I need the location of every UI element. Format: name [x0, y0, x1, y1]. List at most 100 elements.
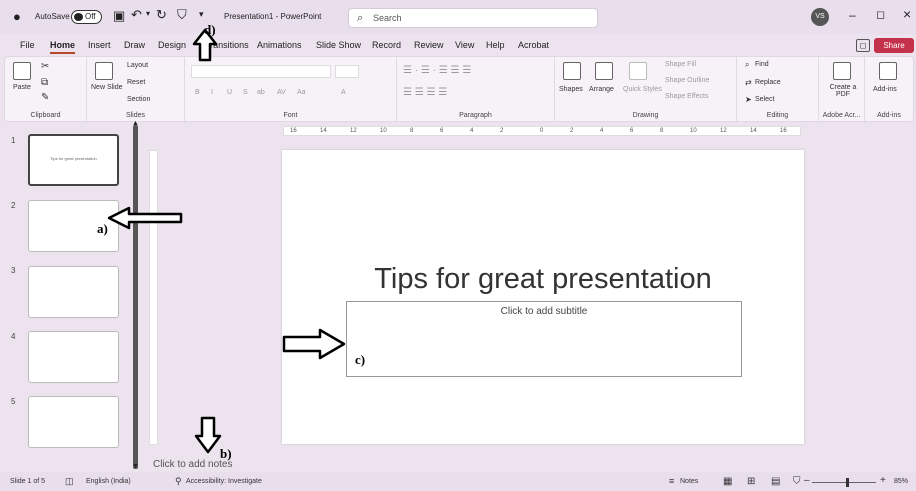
restore-button[interactable]: ◻ [876, 8, 885, 21]
shape-effects-button[interactable]: Shape Effects [665, 93, 708, 100]
section-button[interactable]: Section [127, 96, 150, 103]
shapes-button[interactable]: Shapes [559, 86, 583, 93]
avatar[interactable]: VS [811, 8, 829, 26]
slide-sorter-icon[interactable]: ⊞ [747, 476, 755, 487]
thumbnail-number: 4 [11, 332, 16, 341]
align-icon[interactable]: ☰ ☰ ☰ ☰ [403, 87, 447, 98]
slide-title[interactable]: Tips for great presentation [282, 263, 804, 296]
toggle-knob [74, 13, 83, 21]
accessibility-status[interactable]: Accessibility: Investigate [186, 478, 262, 485]
thumbnail-number: 3 [11, 266, 16, 275]
search-box[interactable]: ⌕ Search [348, 8, 598, 28]
zoom-level[interactable]: 85% [894, 478, 908, 485]
comments-icon[interactable]: ◻ [856, 39, 870, 52]
status-bar: Slide 1 of 5 ◫ English (India) ⚲ Accessi… [0, 472, 916, 491]
scroll-down-icon[interactable]: ▼ [132, 463, 139, 470]
spellcheck-icon[interactable]: ◫ [65, 476, 74, 487]
copy-icon[interactable]: ⧉ [41, 77, 48, 88]
paste-icon[interactable] [13, 62, 31, 80]
present-icon[interactable]: ⛉ [177, 7, 187, 23]
tab-draw[interactable]: Draw [124, 40, 145, 50]
font-size-box[interactable] [335, 65, 359, 78]
new-slide-button[interactable]: New Slide [91, 84, 123, 91]
customize-toolbar-icon[interactable]: ▾ [199, 9, 204, 20]
ruler-tick: 6 [440, 128, 444, 134]
create-pdf-icon[interactable] [833, 62, 851, 80]
normal-view-icon[interactable]: ▦ [723, 476, 732, 487]
font-family-box[interactable] [191, 65, 331, 78]
quick-styles-button[interactable]: Quick Styles [623, 86, 662, 93]
subtitle-placeholder[interactable]: Click to add subtitle [346, 301, 742, 377]
tab-record[interactable]: Record [372, 40, 401, 50]
font-bold-button[interactable]: B [195, 89, 200, 96]
slide-thumbnail-3[interactable] [28, 266, 119, 318]
subtitle-placeholder-text: Click to add subtitle [500, 306, 588, 317]
tab-design[interactable]: Design [158, 40, 186, 50]
redo-icon[interactable]: ↻ [156, 7, 167, 23]
tab-insert[interactable]: Insert [88, 40, 111, 50]
slide-thumbnail-4[interactable] [28, 331, 119, 383]
zoom-slider-track[interactable] [812, 482, 876, 483]
format-painter-icon[interactable]: ✎ [41, 92, 49, 103]
share-button[interactable]: Share [874, 38, 914, 53]
paste-button[interactable]: Paste [13, 84, 31, 91]
bullets-icon[interactable]: ☰ · ☰ · ☰ ☰ ☰ [403, 65, 471, 76]
tab-view[interactable]: View [455, 40, 474, 50]
slide-thumbnail-1[interactable]: Tips for great presentation [28, 134, 119, 186]
arrange-icon[interactable] [595, 62, 613, 80]
zoom-slider-handle[interactable] [846, 478, 849, 487]
tab-animations[interactable]: Animations [257, 40, 302, 50]
font-case-button[interactable]: Aa [297, 89, 306, 96]
shape-outline-button[interactable]: Shape Outline [665, 77, 709, 84]
tab-acrobat[interactable]: Acrobat [518, 40, 549, 50]
chevron-down-icon[interactable]: ▾ [146, 9, 150, 18]
slide-thumbnail-5[interactable] [28, 396, 119, 448]
new-slide-icon[interactable] [95, 62, 113, 80]
tab-file[interactable]: File [20, 40, 35, 50]
font-color-button[interactable]: A [341, 89, 346, 96]
slide-canvas[interactable]: Tips for great presentation Click to add… [282, 150, 804, 444]
search-input[interactable]: Search [373, 13, 402, 23]
zoom-out-button[interactable]: – [804, 475, 810, 486]
create-pdf-button[interactable]: Create a PDF [825, 84, 861, 98]
ruler-tick: 4 [470, 128, 474, 134]
arrange-button[interactable]: Arrange [589, 86, 614, 93]
replace-button[interactable]: Replace [755, 79, 781, 86]
notes-button[interactable]: Notes [680, 478, 698, 485]
font-italic-button[interactable]: I [211, 89, 213, 96]
save-icon[interactable]: ▣ [113, 8, 125, 24]
slides-group-label: Slides [125, 112, 146, 119]
language-status[interactable]: English (India) [86, 478, 131, 485]
layout-button[interactable]: Layout [127, 62, 148, 69]
addins-button[interactable]: Add-ins [873, 86, 897, 93]
undo-icon[interactable]: ↶ [131, 7, 142, 23]
tab-help[interactable]: Help [486, 40, 505, 50]
tab-slide-show[interactable]: Slide Show [316, 40, 361, 50]
reset-button[interactable]: Reset [127, 79, 145, 86]
horizontal-ruler: 16 14 12 10 8 6 4 2 0 2 4 6 8 10 12 14 1… [283, 126, 801, 136]
thumbnail-text: Tips for great presentation [50, 156, 97, 161]
select-button[interactable]: Select [755, 96, 774, 103]
addins-icon[interactable] [879, 62, 897, 80]
paragraph-group-label: Paragraph [459, 112, 492, 119]
quick-styles-icon[interactable] [629, 62, 647, 80]
tab-review[interactable]: Review [414, 40, 444, 50]
font-spacing-button[interactable]: AV [277, 89, 286, 96]
font-strike-button[interactable]: S [243, 89, 248, 96]
pane-splitter[interactable] [133, 125, 138, 469]
reading-view-icon[interactable]: ▤ [771, 476, 780, 487]
scroll-up-icon[interactable]: ▲ [132, 120, 139, 127]
tab-home[interactable]: Home [50, 40, 76, 54]
shape-fill-button[interactable]: Shape Fill [665, 61, 696, 68]
slideshow-icon[interactable]: ⛉ [793, 476, 801, 487]
font-ab-button[interactable]: ab [257, 89, 265, 96]
close-button[interactable]: × [903, 6, 911, 22]
cut-icon[interactable]: ✂ [41, 61, 49, 72]
annotation-label-d: d) [204, 22, 216, 37]
minimize-button[interactable]: – [849, 8, 856, 22]
autosave-toggle[interactable]: Off [71, 10, 102, 24]
zoom-in-button[interactable]: + [880, 475, 886, 486]
shapes-icon[interactable] [563, 62, 581, 80]
find-button[interactable]: Find [755, 61, 769, 68]
font-underline-button[interactable]: U [227, 89, 232, 96]
